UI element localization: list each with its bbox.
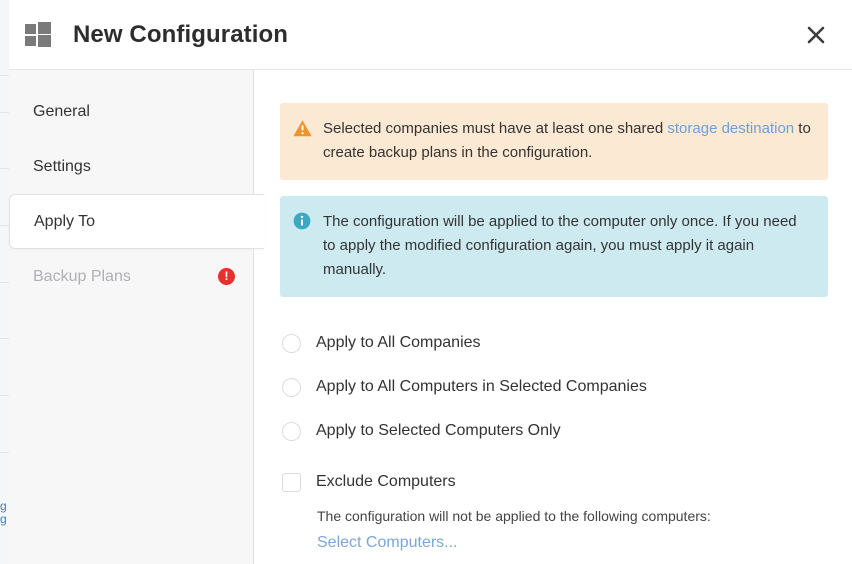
info-circle-icon [293, 210, 313, 282]
radio-label: Apply to All Companies [316, 334, 481, 351]
background-page-strip: g g [0, 0, 9, 564]
exclude-note: The configuration will not be applied to… [317, 508, 711, 524]
warning-text-before: Selected companies must have at least on… [323, 120, 668, 137]
sidebar-item-settings[interactable]: Settings [9, 139, 253, 194]
sidebar-item-apply-to[interactable]: Apply To [9, 194, 264, 249]
sidebar-item-backup-plans[interactable]: Backup Plans ! [9, 249, 253, 304]
dialog-header: New Configuration [9, 0, 852, 70]
sidebar-item-label: General [33, 102, 90, 120]
close-glyph [807, 26, 825, 43]
background-link-fragment-1: g [0, 500, 7, 513]
radio-apply-all-computers-selected-companies[interactable]: Apply to All Computers in Selected Compa… [280, 365, 834, 409]
info-banner: The configuration will be applied to the… [280, 196, 828, 297]
background-link-fragment-2: g [0, 513, 7, 526]
windows-logo-icon [25, 22, 51, 47]
apply-scope-radio-group: Apply to All Companies Apply to All Comp… [280, 321, 834, 552]
warning-triangle-icon [293, 117, 313, 165]
dialog-sidebar: General Settings Apply To Backup Plans ! [9, 70, 264, 564]
checkbox-exclude-computers[interactable]: Exclude Computers [280, 460, 834, 504]
dialog-body: General Settings Apply To Backup Plans ! [9, 70, 852, 564]
checkbox-label: Exclude Computers [316, 473, 456, 490]
radio-button-icon[interactable] [282, 377, 301, 397]
new-configuration-dialog: New Configuration General Settings Apply… [9, 0, 852, 564]
sidebar-item-general[interactable]: General [9, 84, 253, 139]
apply-to-panel: Selected companies must have at least on… [254, 70, 852, 564]
error-badge-icon: ! [218, 268, 235, 285]
radio-apply-all-companies[interactable]: Apply to All Companies [280, 321, 834, 365]
warning-banner-text: Selected companies must have at least on… [323, 117, 812, 165]
radio-label: Apply to All Computers in Selected Compa… [316, 378, 647, 395]
sidebar-item-label: Apply To [34, 212, 96, 230]
page-title: New Configuration [73, 20, 289, 48]
warning-banner: Selected companies must have at least on… [280, 103, 828, 180]
radio-label: Apply to Selected Computers Only [316, 422, 561, 439]
storage-destination-link[interactable]: storage destination [667, 120, 794, 137]
checkbox-icon[interactable] [282, 472, 301, 492]
radio-button-icon[interactable] [282, 421, 301, 441]
select-computers-link[interactable]: Select Computers... [317, 534, 458, 552]
close-icon[interactable] [794, 13, 838, 57]
info-banner-text: The configuration will be applied to the… [323, 213, 797, 278]
sidebar-item-label: Settings [33, 157, 91, 175]
sidebar-item-label: Backup Plans [33, 267, 131, 285]
radio-button-icon[interactable] [282, 333, 301, 353]
radio-apply-selected-computers-only[interactable]: Apply to Selected Computers Only [280, 409, 834, 453]
